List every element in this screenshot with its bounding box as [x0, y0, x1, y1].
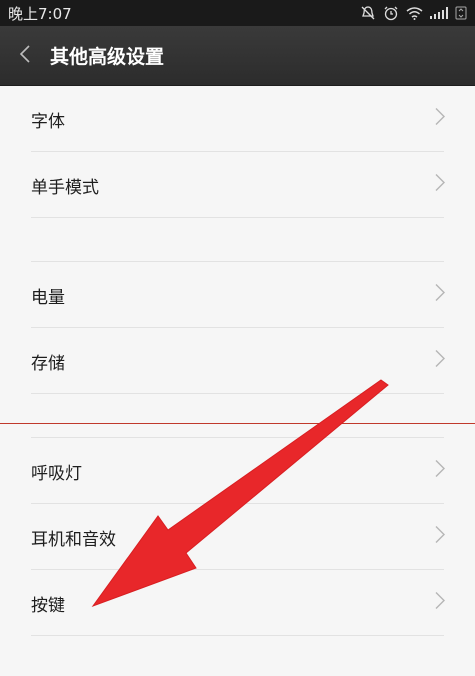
mute-icon — [360, 5, 376, 21]
settings-item-storage[interactable]: 存储 — [0, 328, 475, 394]
section-spacer — [0, 394, 475, 438]
status-icons — [360, 5, 467, 21]
3g-icon — [455, 6, 467, 20]
chevron-right-icon — [435, 460, 445, 483]
status-bar: 晚上7:07 — [0, 0, 475, 26]
signal-icon — [430, 7, 448, 19]
settings-item-one-hand-mode[interactable]: 单手模式 — [0, 152, 475, 218]
settings-item-headphones-audio[interactable]: 耳机和音效 — [0, 504, 475, 570]
chevron-right-icon — [435, 174, 445, 197]
page-title: 其他高级设置 — [50, 46, 165, 68]
settings-item-label: 耳机和音效 — [31, 529, 116, 550]
status-time: 晚上7:07 — [8, 4, 72, 23]
section-spacer — [0, 218, 475, 262]
settings-item-battery[interactable]: 电量 — [0, 262, 475, 328]
app-bar: 其他高级设置 — [0, 26, 475, 86]
settings-item-label: 字体 — [31, 111, 65, 132]
back-button[interactable] — [0, 26, 50, 86]
chevron-right-icon — [435, 350, 445, 373]
chevron-right-icon — [435, 108, 445, 131]
chevron-right-icon — [435, 592, 445, 615]
settings-item-font[interactable]: 字体 — [0, 86, 475, 152]
settings-item-label: 按键 — [31, 595, 65, 616]
settings-item-buttons[interactable]: 按键 — [0, 570, 475, 636]
settings-item-label: 存储 — [31, 353, 65, 374]
alarm-icon — [383, 5, 399, 21]
settings-list: 字体 单手模式 电量 存储 呼吸灯 耳机和音效 按键 — [0, 86, 475, 636]
settings-item-breathing-light[interactable]: 呼吸灯 — [0, 438, 475, 504]
wifi-icon — [406, 6, 423, 20]
back-chevron-icon — [19, 44, 31, 68]
chevron-right-icon — [435, 284, 445, 307]
chevron-right-icon — [435, 526, 445, 549]
red-annotation-line — [0, 423, 475, 424]
settings-item-label: 电量 — [31, 287, 65, 308]
settings-item-label: 呼吸灯 — [31, 463, 82, 484]
settings-item-label: 单手模式 — [31, 177, 99, 198]
